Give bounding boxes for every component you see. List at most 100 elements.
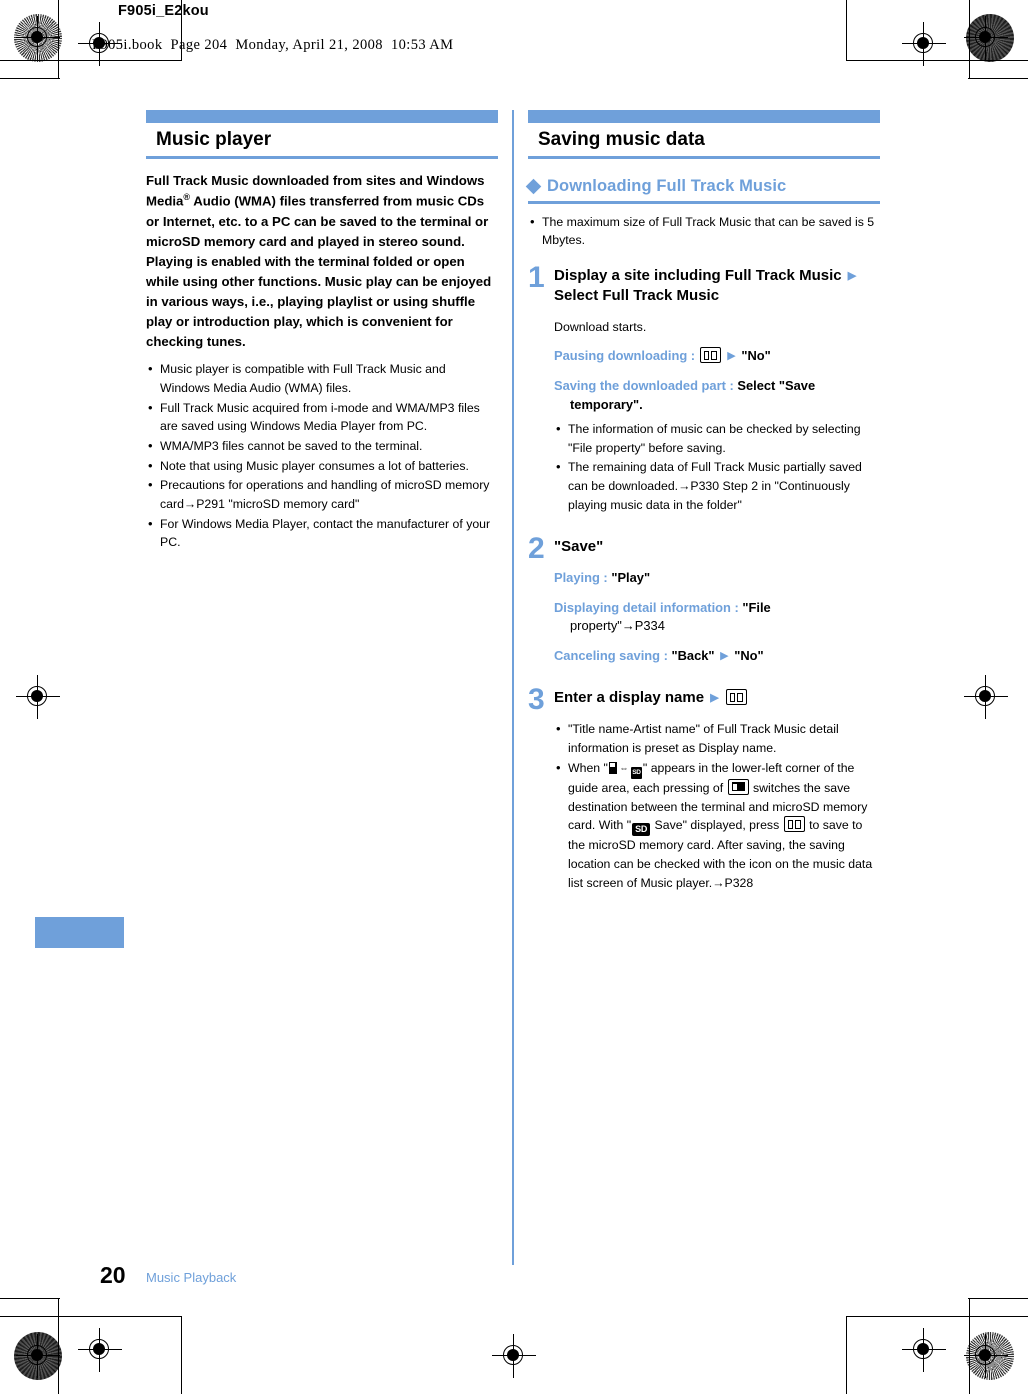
registration-mark-bottom-right	[964, 1334, 1008, 1378]
trim-line-bottom-right-h	[846, 1316, 1028, 1317]
trim-line-top-left-h	[0, 60, 182, 61]
footer-chapter-label: Music Playback	[146, 1270, 237, 1285]
registration-mark-bottom-left	[16, 1334, 60, 1378]
section-heading-title: Saving music data	[538, 129, 705, 150]
variant-label: Pausing downloading :	[554, 348, 696, 364]
microsd-small-icon: SD	[630, 766, 642, 779]
variant-value: "Play"	[611, 569, 651, 585]
subsection-heading-title: Downloading Full Track Music	[547, 177, 787, 196]
trim-line-top-right-v	[969, 0, 970, 78]
subsection-heading-rule	[528, 201, 880, 204]
book-key-icon	[699, 347, 721, 364]
left-column-bullet-list: Music player is compatible with Full Tra…	[146, 359, 498, 552]
blue-triangle-icon: ▶	[847, 270, 857, 283]
print-calibration-starburst-top-right	[966, 14, 1014, 62]
section-heading-saving-music-data: Saving music data	[528, 110, 880, 160]
subsection-heading-downloading: Downloading Full Track Music	[525, 177, 880, 204]
blue-triangle-icon: ▶	[727, 350, 736, 363]
step-title-part2: Select Full Track Music	[554, 287, 720, 305]
trim-line-top-right-v2	[846, 0, 847, 61]
variant-playing: Playing : "Play"	[554, 569, 880, 588]
variant-label: Saving the downloaded part :	[554, 378, 734, 394]
microsd-icon: SD	[632, 823, 651, 837]
variant-label: Displaying detail information :	[554, 599, 739, 615]
list-item: WMA/MP3 files cannot be saved to the ter…	[146, 436, 498, 456]
chapter-side-tab	[35, 917, 124, 948]
step-2: 2 "Save" Playing : "Play" Displaying det…	[528, 532, 880, 666]
variant-canceling-saving: Canceling saving : "Back" ▶ "No"	[554, 647, 880, 666]
right-column: Saving music data Downloading Full Track…	[525, 110, 880, 893]
blue-triangle-icon: ▶	[720, 650, 729, 663]
list-item: The remaining data of Full Track Music p…	[554, 457, 880, 514]
book-key-icon	[783, 816, 805, 833]
print-calibration-starburst-bottom-right	[966, 1332, 1014, 1380]
intro-bullet-list: The maximum size of Full Track Music tha…	[528, 212, 880, 250]
step-3-bullet-list: "Title name-Artist name" of Full Track M…	[554, 719, 880, 892]
camera-key-icon	[727, 778, 749, 795]
column-divider	[512, 110, 514, 1265]
step-title: Enter a display name ▶	[554, 688, 880, 708]
trim-line-bottom-left-h	[0, 1316, 182, 1317]
step-number: 3	[528, 683, 545, 717]
list-item: The information of music can be checked …	[554, 419, 880, 457]
trim-line-top-right-h	[846, 60, 1028, 61]
trim-line-bottom-right-v2	[846, 1316, 847, 1394]
trim-line-top-right-h2	[968, 78, 1028, 79]
section-heading-music-player: Music player	[146, 110, 498, 160]
variant-value-continued: property"→P334	[570, 618, 665, 634]
variant-value-continued: temporary".	[570, 397, 643, 413]
registration-mark-lower-left	[78, 1328, 122, 1372]
section-heading-bottom-rule	[528, 155, 880, 160]
document-code-label: F905i_E2kou	[118, 3, 209, 19]
variant-displaying-detail-information: Displaying detail information : "File pr…	[554, 599, 880, 637]
registration-mark-top-right	[964, 16, 1008, 60]
footer-page-number: 20	[100, 1262, 126, 1288]
trim-line-top-left-h2	[0, 78, 60, 79]
list-item: Note that using Music player consumes a …	[146, 456, 498, 476]
registration-mark-mid-left	[16, 675, 60, 719]
trim-line-bottom-right-h2	[968, 1298, 1028, 1299]
variant-value: "No"	[741, 348, 771, 364]
trim-line-bottom-left-v2	[181, 1316, 182, 1394]
variant-saving-downloaded-part: Saving the downloaded part : Select "Sav…	[554, 377, 880, 415]
list-item: Precautions for operations and handling …	[146, 475, 498, 513]
variant-value: "File	[742, 599, 771, 615]
variant-pausing-downloading: Pausing downloading : ▶ "No"	[554, 347, 880, 366]
print-calibration-starburst-bottom-left	[14, 1332, 62, 1380]
book-file-info-line: F905i.book Page 204 Monday, April 21, 20…	[92, 37, 454, 53]
variant-value: "Back"	[671, 648, 715, 664]
variant-value: Select "Save	[737, 378, 816, 394]
left-column: Music player Full Track Music downloaded…	[146, 110, 498, 553]
step-number: 1	[528, 261, 545, 295]
print-calibration-starburst-top-left	[14, 14, 62, 62]
step-description: Download starts.	[554, 319, 647, 334]
bullet-text-part-4: Save" displayed, press	[651, 818, 783, 833]
variant-label: Canceling saving :	[554, 648, 668, 664]
swap-arrow-icon: ⇔	[619, 762, 629, 773]
step-1-bullet-list: The information of music can be checked …	[554, 419, 880, 514]
terminal-memory-icon	[608, 761, 617, 774]
blue-triangle-icon: ▶	[710, 692, 719, 705]
section-heading-top-bar	[146, 110, 498, 123]
trim-line-bottom-left-v	[58, 1298, 59, 1394]
step-title: Display a site including Full Track Musi…	[554, 266, 880, 307]
section-heading-bottom-rule	[146, 155, 498, 160]
registration-mark-mid-right	[964, 675, 1008, 719]
list-item: "Title name-Artist name" of Full Track M…	[554, 719, 880, 757]
registration-mark-top-left	[16, 16, 60, 60]
list-item: Full Track Music acquired from i-mode an…	[146, 398, 498, 436]
list-item: Music player is compatible with Full Tra…	[146, 359, 498, 397]
section-heading-title: Music player	[156, 129, 272, 150]
step-title-part1: Enter a display name	[554, 689, 705, 707]
step-3: 3 Enter a display name ▶ "Title name-Art…	[528, 683, 880, 893]
trim-line-top-left-v	[58, 0, 59, 78]
list-item-with-icons: When "⇔SD" appears in the lower-left cor…	[554, 758, 880, 892]
variant-label: Playing :	[554, 569, 608, 585]
registered-mark: ®	[183, 192, 191, 203]
trim-line-bottom-left-h2	[0, 1298, 60, 1299]
bullet-text-part-1: When "	[568, 760, 608, 775]
lead-paragraph: Full Track Music downloaded from sites a…	[146, 173, 492, 350]
registration-mark-upper-right	[902, 22, 946, 66]
registration-mark-bottom-center	[492, 1334, 536, 1378]
step-number: 2	[528, 532, 545, 566]
